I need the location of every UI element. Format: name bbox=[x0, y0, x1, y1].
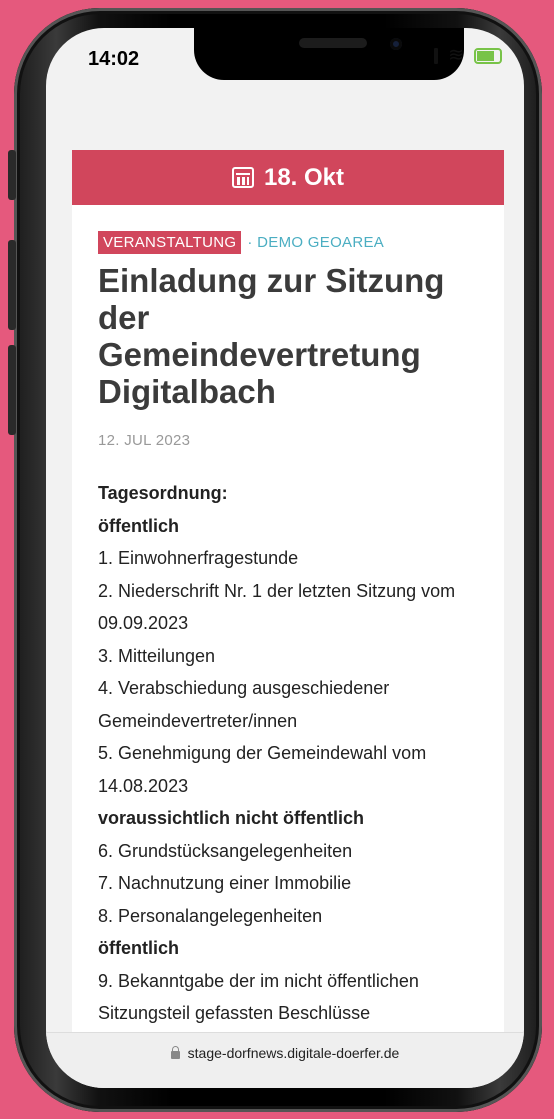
event-tags: VERANSTALTUNG · DEMO GEOAREA bbox=[98, 231, 478, 254]
phone-screen: 14:02 ≋ 18. Okt VERANSTALTUNG · DEMO GEO… bbox=[46, 28, 524, 1088]
event-date: 18. Okt bbox=[263, 163, 345, 191]
lock-icon bbox=[170, 1046, 180, 1059]
agenda-item: 6. Grundstücksangelegenheiten bbox=[98, 840, 353, 861]
silent-switch bbox=[8, 150, 16, 200]
agenda: Tagesordnung: öffentlich 1. Einwohnerfra… bbox=[98, 477, 478, 1030]
status-time: 14:02 bbox=[88, 48, 140, 70]
agenda-item: 4. Verabschiedung ausgeschiedener Gemein… bbox=[98, 678, 390, 731]
agenda-item: 7. Nachnutzung einer Immobilie bbox=[98, 873, 352, 893]
calendar-icon bbox=[231, 167, 254, 188]
battery-charging-icon bbox=[474, 48, 502, 64]
agenda-heading: Tagesordnung: bbox=[98, 483, 228, 503]
agenda-item: 2. Niederschrift Nr. 1 der letzten Sitzu… bbox=[98, 580, 456, 634]
agenda-item: 3. Mitteilungen bbox=[98, 645, 216, 666]
section-heading: öffentlich bbox=[98, 515, 179, 536]
camera bbox=[390, 38, 402, 50]
status-icons: ≋ bbox=[434, 45, 502, 66]
event-title: Einladung zur Sitzung der Gemeindevertre… bbox=[98, 262, 445, 410]
agenda-item: 5. Genehmigung der Gemeindewahl vom 14.0… bbox=[98, 743, 427, 796]
category-tag[interactable]: VERANSTALTUNG bbox=[98, 231, 242, 254]
section-heading: öffentlich bbox=[98, 938, 179, 958]
agenda-item: 8. Personalangelegenheiten bbox=[98, 905, 323, 926]
signal-icon bbox=[434, 48, 439, 64]
publish-date: 12. JUL 2023 bbox=[98, 432, 191, 449]
notch bbox=[194, 28, 464, 80]
wifi-icon: ≋ bbox=[448, 45, 464, 66]
agenda-item: 9. Bekanntgabe der im nicht öffentlichen… bbox=[98, 970, 419, 1024]
geoarea-link[interactable]: · DEMO GEOAREA bbox=[247, 234, 384, 251]
event-card[interactable]: 18. Okt VERANSTALTUNG · DEMO GEOAREA Ein… bbox=[72, 150, 504, 1050]
url-text[interactable]: stage-dorfnews.digitale-doerfer.de bbox=[188, 1045, 400, 1088]
speaker bbox=[299, 38, 367, 48]
browser-url-bar[interactable]: stage-dorfnews.digitale-doerfer.de bbox=[46, 1032, 524, 1088]
volume-down-button bbox=[8, 345, 16, 435]
section-heading: voraussichtlich nicht öffentlich bbox=[98, 808, 365, 828]
volume-up-button bbox=[8, 240, 16, 330]
agenda-item: 1. Einwohnerfragestunde bbox=[98, 548, 299, 568]
event-date-bar: 18. Okt bbox=[72, 150, 504, 205]
event-content: VERANSTALTUNG · DEMO GEOAREA Einladung z… bbox=[72, 205, 504, 1030]
